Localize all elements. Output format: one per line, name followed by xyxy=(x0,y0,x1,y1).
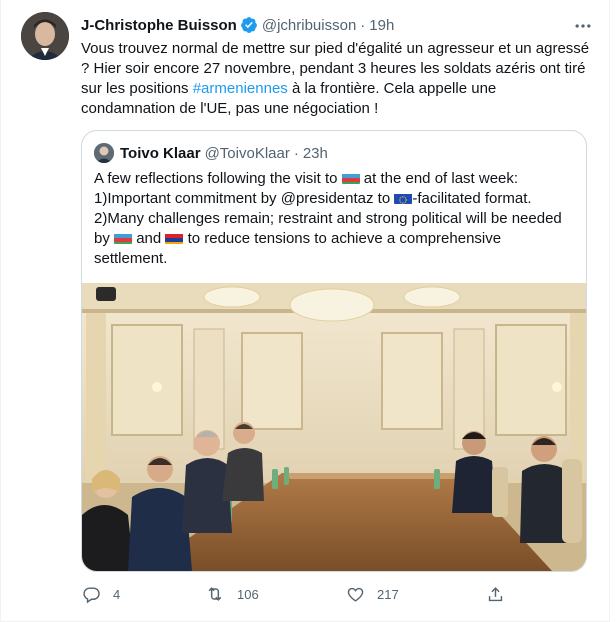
separator-dot: · xyxy=(293,144,299,162)
quoted-text-part: 1)Important commitment by @presidentaz t… xyxy=(94,190,391,207)
like-icon xyxy=(345,584,365,604)
retweet-button[interactable]: 106 xyxy=(205,582,259,606)
eu-flag-icon xyxy=(394,192,413,204)
tweet-time[interactable]: 19h xyxy=(369,17,394,34)
quoted-tweet-header: Toivo Klaar @ToivoKlaar · 23h xyxy=(94,143,328,163)
tweet-header: J-Christophe Buisson @jchribuisson · 19h xyxy=(81,14,589,36)
azerbaijan-flag-icon xyxy=(341,172,360,184)
verified-badge-icon xyxy=(240,16,258,34)
share-icon xyxy=(485,584,505,604)
quoted-author-name[interactable]: Toivo Klaar xyxy=(120,145,201,162)
quoted-text: A few reflections following the visit to… xyxy=(94,169,578,269)
share-button[interactable] xyxy=(485,582,517,606)
quoted-time[interactable]: 23h xyxy=(303,145,328,162)
reply-icon xyxy=(81,584,101,604)
author-handle[interactable]: @jchribuisson xyxy=(262,17,356,34)
tweet[interactable]: J-Christophe Buisson @jchribuisson · 19h… xyxy=(0,0,610,622)
like-button[interactable]: 217 xyxy=(345,582,399,606)
like-count: 217 xyxy=(377,586,399,602)
quoted-tweet[interactable]: Toivo Klaar @ToivoKlaar · 23h A few refl… xyxy=(81,130,587,572)
more-icon[interactable] xyxy=(573,16,593,41)
reply-count: 4 xyxy=(113,586,121,602)
quoted-avatar[interactable] xyxy=(94,143,114,163)
tweet-text: Vous trouvez normal de mettre sur pied d… xyxy=(81,39,591,119)
reply-button[interactable]: 4 xyxy=(81,582,120,606)
armenia-flag-icon xyxy=(165,232,184,244)
quoted-text-part: -facilitated format. xyxy=(412,190,532,207)
tweet-actions: 4 106 217 xyxy=(81,582,511,606)
author-name[interactable]: J-Christophe Buisson xyxy=(81,17,237,34)
quoted-text-part: and xyxy=(136,230,162,247)
avatar[interactable] xyxy=(21,12,69,60)
meeting-photo[interactable] xyxy=(82,283,586,571)
retweet-icon xyxy=(205,584,225,604)
hashtag-link[interactable]: #armeniennes xyxy=(193,80,288,97)
quoted-text-part: at the end of last week: xyxy=(363,170,519,187)
quoted-text-part: A few reflections following the visit to xyxy=(94,170,338,187)
retweet-count: 106 xyxy=(237,586,259,602)
separator-dot: · xyxy=(360,16,366,34)
azerbaijan-flag-icon xyxy=(114,232,133,244)
quoted-author-handle[interactable]: @ToivoKlaar xyxy=(205,145,290,162)
